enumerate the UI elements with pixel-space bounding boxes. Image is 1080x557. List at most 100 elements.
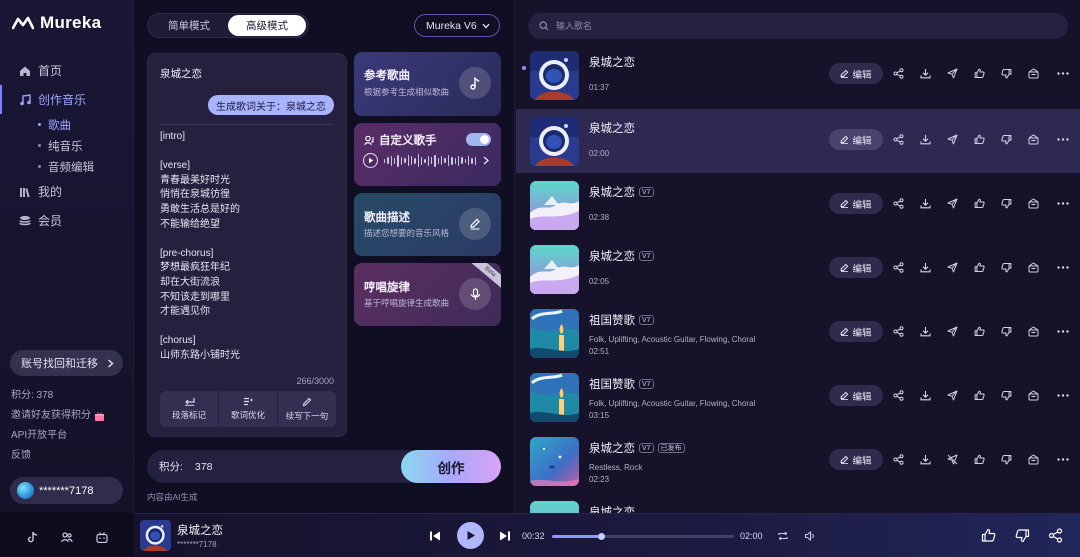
- edit-button[interactable]: 编辑: [829, 193, 883, 214]
- logo[interactable]: Mureka: [12, 13, 101, 33]
- simple-mode-button[interactable]: 简单模式: [150, 15, 228, 36]
- progress-handle[interactable]: [598, 533, 606, 540]
- share-icon[interactable]: [1048, 528, 1063, 543]
- share-icon[interactable]: [892, 389, 904, 401]
- custom-singer-card[interactable]: 自定义歌手: [354, 123, 501, 186]
- share-icon[interactable]: [892, 453, 904, 465]
- song-title[interactable]: 泉城之恋: [589, 184, 635, 200]
- model-select[interactable]: Mureka V6: [414, 14, 500, 37]
- song-cover[interactable]: [530, 181, 579, 230]
- more-options-icon[interactable]: [1057, 133, 1069, 145]
- publish-icon[interactable]: [1027, 453, 1039, 465]
- share-icon[interactable]: [892, 325, 904, 337]
- thumbs-up-icon[interactable]: [973, 197, 985, 209]
- edit-button[interactable]: 编辑: [829, 385, 883, 406]
- create-button[interactable]: 创作: [401, 450, 501, 483]
- thumbs-up-icon[interactable]: [973, 261, 985, 273]
- download-icon[interactable]: [919, 325, 931, 337]
- song-cover[interactable]: [530, 245, 579, 294]
- song-cover[interactable]: [530, 117, 579, 166]
- share-icon[interactable]: [892, 67, 904, 79]
- sub-item-song[interactable]: 歌曲: [0, 114, 134, 135]
- song-row[interactable]: 泉城之恋 01:37 编辑: [516, 43, 1080, 107]
- thumbs-down-icon[interactable]: [1000, 197, 1012, 209]
- section-marker-button[interactable]: 段落标记: [160, 391, 219, 427]
- more-options-icon[interactable]: [1057, 453, 1069, 465]
- publish-icon[interactable]: [1027, 133, 1039, 145]
- continue-writing-button[interactable]: 续写下一句: [278, 391, 336, 427]
- now-playing-title[interactable]: 泉城之恋: [177, 522, 223, 538]
- song-cover[interactable]: [530, 309, 579, 358]
- more-options-icon[interactable]: [1057, 67, 1069, 79]
- thumbs-down-icon[interactable]: [1000, 325, 1012, 337]
- song-title[interactable]: 祖国赞歌: [589, 376, 635, 392]
- volume-icon[interactable]: [804, 530, 816, 542]
- send-icon[interactable]: [946, 67, 958, 79]
- feedback-link[interactable]: 反馈: [11, 446, 105, 466]
- sub-item-audio-edit[interactable]: 音频编辑: [0, 156, 134, 177]
- publish-icon[interactable]: [1027, 389, 1039, 401]
- song-cover[interactable]: [530, 51, 579, 100]
- song-description-card[interactable]: 歌曲描述 描述您想要的音乐风格: [354, 193, 501, 256]
- nav-item-home[interactable]: 首页: [0, 56, 134, 85]
- send-icon[interactable]: [946, 261, 958, 273]
- loop-icon[interactable]: [777, 530, 789, 542]
- edit-button[interactable]: 编辑: [829, 449, 883, 470]
- download-icon[interactable]: [919, 197, 931, 209]
- song-row[interactable]: 泉城之恋 V7 02:05 编辑: [516, 237, 1080, 301]
- send-icon[interactable]: [946, 325, 958, 337]
- thumbs-down-icon[interactable]: [1000, 453, 1012, 465]
- lyrics-editor[interactable]: 泉城之恋 生成歌词关于：泉城之恋 [intro] [verse] 青春最美好时光…: [147, 53, 347, 437]
- now-playing-cover[interactable]: [140, 520, 171, 551]
- send-icon[interactable]: [946, 197, 958, 209]
- chevron-right-icon[interactable]: [483, 156, 489, 165]
- api-link[interactable]: API开放平台: [11, 426, 105, 446]
- share-icon[interactable]: [892, 197, 904, 209]
- bilibili-icon[interactable]: [96, 531, 108, 543]
- publish-icon[interactable]: [1027, 325, 1039, 337]
- song-row[interactable]: 祖国赞歌 V7 Folk, Uplifting, Acoustic Guitar…: [516, 301, 1080, 365]
- download-icon[interactable]: [919, 67, 931, 79]
- song-row[interactable]: 祖国赞歌 V7 Folk, Uplifting, Acoustic Guitar…: [516, 365, 1080, 429]
- send-icon[interactable]: [946, 133, 958, 145]
- edit-button[interactable]: 编辑: [829, 257, 883, 278]
- user-account[interactable]: *******7178: [10, 477, 123, 504]
- download-icon[interactable]: [919, 261, 931, 273]
- nav-item-membership[interactable]: 会员: [0, 206, 134, 235]
- publish-icon[interactable]: [1027, 197, 1039, 209]
- download-icon[interactable]: [919, 133, 931, 145]
- song-row[interactable]: 泉城之恋 V7 02:38 编辑: [516, 173, 1080, 237]
- edit-button[interactable]: 编辑: [829, 63, 883, 84]
- tiktok-icon[interactable]: [26, 531, 38, 543]
- song-title[interactable]: 泉城之恋: [589, 120, 635, 136]
- search-input[interactable]: [556, 21, 1036, 31]
- thumbs-down-icon[interactable]: [1015, 528, 1030, 543]
- thumbs-up-icon[interactable]: [973, 325, 985, 337]
- publish-icon[interactable]: [1027, 67, 1039, 79]
- thumbs-up-icon[interactable]: [973, 389, 985, 401]
- community-icon[interactable]: [61, 531, 73, 543]
- publish-icon[interactable]: [1027, 261, 1039, 273]
- song-title[interactable]: 泉城之恋: [589, 440, 635, 456]
- song-title[interactable]: 泉城之恋: [589, 248, 635, 264]
- song-row[interactable]: 泉城之恋 V7 已发布 Restless, Rock 02:23 编辑: [516, 429, 1080, 493]
- sub-item-instrumental[interactable]: 纯音乐: [0, 135, 134, 156]
- thumbs-down-icon[interactable]: [1000, 67, 1012, 79]
- nav-item-create-music[interactable]: 创作音乐: [0, 85, 134, 114]
- send-disabled-icon[interactable]: [946, 453, 958, 465]
- edit-button[interactable]: 编辑: [829, 129, 883, 150]
- share-icon[interactable]: [892, 133, 904, 145]
- share-icon[interactable]: [892, 261, 904, 273]
- song-row[interactable]: 泉城之恋 02:00 编辑: [516, 109, 1080, 173]
- invite-link[interactable]: 邀请好友获得积分: [11, 406, 105, 426]
- thumbs-up-icon[interactable]: [973, 453, 985, 465]
- custom-singer-toggle[interactable]: [466, 133, 491, 146]
- song-title[interactable]: 祖国赞歌: [589, 312, 635, 328]
- voice-preview-play-button[interactable]: [363, 153, 378, 168]
- thumbs-up-icon[interactable]: [973, 67, 985, 79]
- song-cover[interactable]: [530, 373, 579, 422]
- more-options-icon[interactable]: [1057, 261, 1069, 273]
- more-options-icon[interactable]: [1057, 325, 1069, 337]
- song-title[interactable]: 泉城之恋: [589, 54, 635, 70]
- lyrics-textarea[interactable]: [intro] [verse] 青春最美好时光 悄悄在泉城彷徨 勇敢生活总是好的…: [160, 130, 340, 364]
